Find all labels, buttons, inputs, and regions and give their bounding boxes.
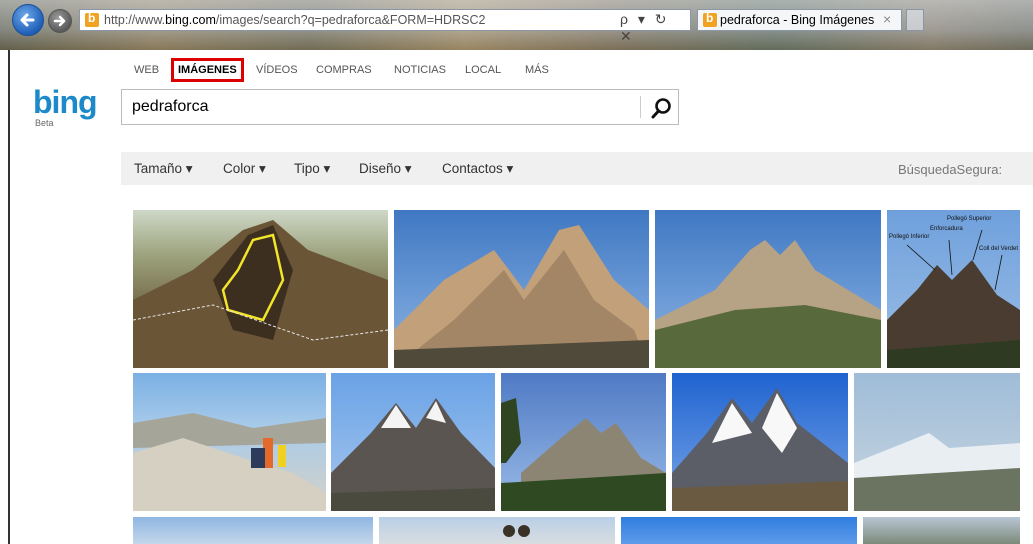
filter-people[interactable]: Contactos ▾ [442,161,513,177]
image-result[interactable] [133,373,326,511]
nav-more[interactable]: MÁS [525,64,549,76]
filter-type[interactable]: Tipo ▾ [294,161,330,177]
address-url: http://www.bing.com/images/search?q=pedr… [104,13,486,27]
search-input[interactable]: pedraforca [132,98,209,116]
nav-web[interactable]: WEB [134,64,159,76]
arrow-right-icon [53,15,66,27]
tab-title: pedraforca - Bing Imágenes [720,13,875,27]
browser-tab[interactable]: pedraforca - Bing Imágenes × [697,9,902,31]
filter-layout[interactable]: Diseño ▾ [359,161,412,177]
image-label: Enforcadura [930,226,963,232]
image-result[interactable] [655,210,881,368]
image-result[interactable] [379,517,615,544]
filter-color[interactable]: Color ▾ [223,161,266,177]
close-tab-icon[interactable]: × [883,11,891,27]
page-left-border [8,50,10,544]
search-box[interactable]: pedraforca [121,89,679,125]
image-result[interactable] [621,517,857,544]
filter-bar: Tamaño ▾ Color ▾ Tipo ▾ Diseño ▾ Contact… [121,152,1033,185]
new-tab-button[interactable] [906,9,924,31]
address-bar-icons[interactable]: ρ ▾ ↻ ✕ [620,11,690,45]
image-result[interactable] [672,373,848,511]
arrow-left-icon [20,13,35,27]
logo-beta-label: Beta [35,118,54,128]
image-result[interactable] [133,210,388,368]
search-divider [640,96,641,118]
image-label: Coll del Verdet [979,246,1019,252]
image-result[interactable] [501,373,666,511]
image-result[interactable] [394,210,649,368]
image-label: Pollegó Superior [947,216,992,222]
image-result[interactable] [133,517,373,544]
image-result[interactable] [331,373,495,511]
filter-size[interactable]: Tamaño ▾ [134,161,193,177]
safe-search-label[interactable]: BúsquedaSegura: [898,162,1002,177]
image-result[interactable] [854,373,1020,511]
nav-news[interactable]: NOTICIAS [394,64,446,76]
bing-logo[interactable]: bing [33,84,98,121]
search-icon[interactable] [650,96,674,120]
images-highlight-box [171,58,244,82]
nav-local[interactable]: LOCAL [465,64,501,76]
image-result[interactable] [863,517,1020,544]
image-result[interactable]: Pollegó Superior Enforcadura Pollegó Inf… [887,210,1020,368]
bing-favicon-icon [703,11,717,27]
image-label: Pollegó Inferior [889,234,930,240]
nav-videos[interactable]: VÍDEOS [256,64,298,76]
forward-button[interactable] [48,9,72,33]
nav-shopping[interactable]: COMPRAS [316,64,372,76]
back-button[interactable] [12,4,44,36]
address-bar[interactable]: http://www.bing.com/images/search?q=pedr… [79,9,691,44]
bing-favicon-icon [85,11,99,27]
